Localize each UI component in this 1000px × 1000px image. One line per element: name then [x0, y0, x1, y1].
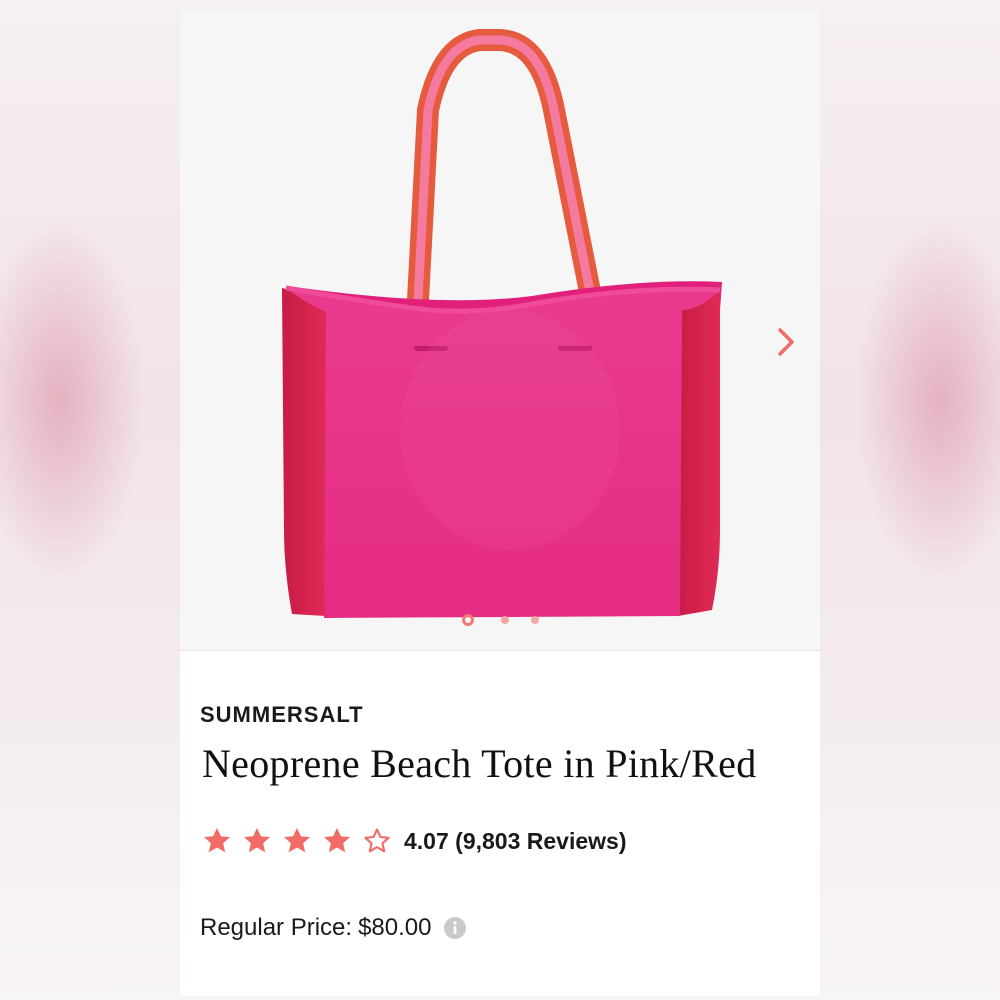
- info-icon[interactable]: [443, 916, 467, 940]
- chevron-right-icon[interactable]: [772, 325, 802, 359]
- product-card: SUMMERSALT Neoprene Beach Tote in Pink/R…: [180, 10, 820, 996]
- price-row: Regular Price: $80.00: [200, 914, 467, 942]
- product-image-carousel[interactable]: [180, 10, 820, 651]
- carousel-dot-1[interactable]: [462, 614, 474, 626]
- carousel-dots: [456, 610, 546, 634]
- star-filled-icon: [284, 827, 310, 853]
- product-image: [282, 29, 722, 618]
- price-value: $80.00: [358, 914, 432, 941]
- carousel-dot-3[interactable]: [531, 616, 539, 624]
- rating-stars: [200, 825, 394, 857]
- star-filled-icon: [204, 827, 230, 853]
- price-label: Regular Price:: [200, 914, 353, 941]
- rating-row[interactable]: 4.07 (9,803 Reviews): [200, 824, 626, 858]
- rating-summary[interactable]: 4.07 (9,803 Reviews): [404, 828, 626, 855]
- star-filled-icon: [324, 827, 350, 853]
- carousel-dot-2[interactable]: [501, 616, 509, 624]
- brand-name[interactable]: SUMMERSALT: [200, 702, 364, 728]
- star-filled-icon: [244, 827, 270, 853]
- product-title: Neoprene Beach Tote in Pink/Red: [202, 741, 757, 786]
- star-empty-icon: [364, 828, 390, 853]
